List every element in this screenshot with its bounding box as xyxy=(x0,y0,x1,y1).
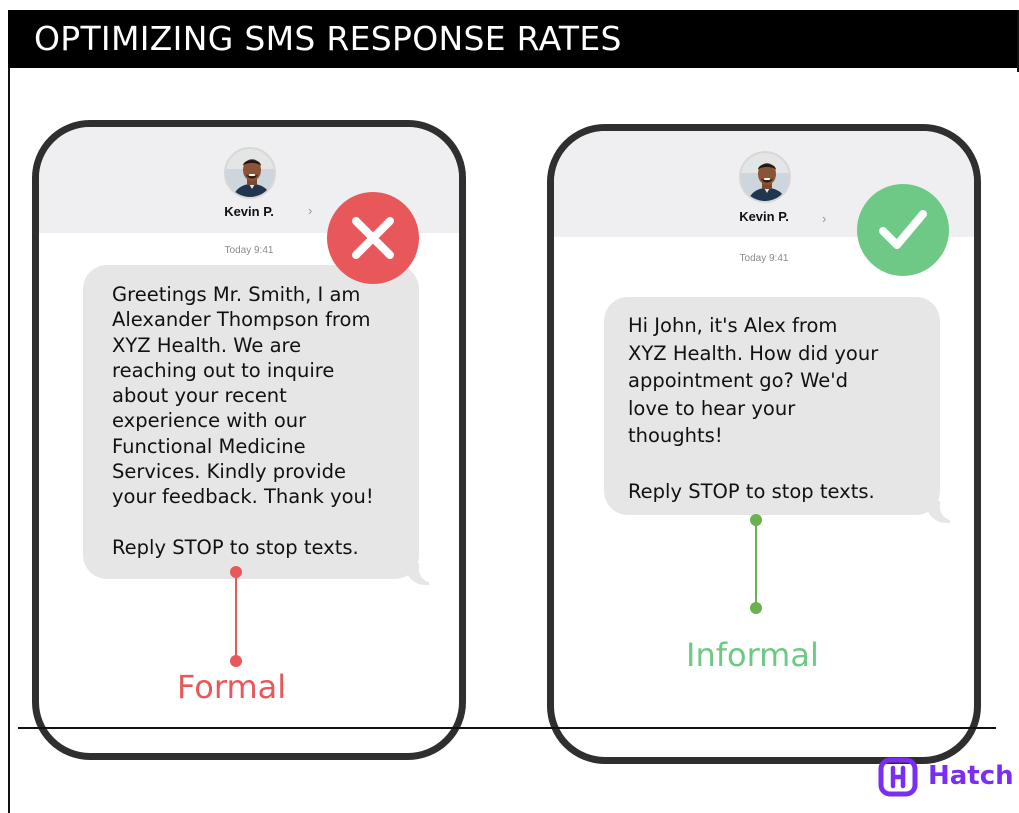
chevron-right-icon[interactable]: › xyxy=(822,211,826,226)
correct-badge xyxy=(857,184,949,276)
title-bar: OPTIMIZING SMS RESPONSE RATES xyxy=(8,10,1019,68)
message-bubble: Greetings Mr. Smith, I am Alexander Thom… xyxy=(83,265,419,579)
informal-label: Informal xyxy=(686,636,819,674)
brand-logo: Hatch xyxy=(878,757,1014,799)
check-icon xyxy=(879,210,927,249)
hatch-logo-icon xyxy=(878,757,918,797)
divider xyxy=(18,727,996,729)
incorrect-badge xyxy=(327,192,419,284)
brand-name: Hatch xyxy=(928,761,1014,791)
annotation-dot xyxy=(750,602,762,614)
message-bubble: Hi John, it's Alex from XYZ Health. How … xyxy=(604,297,940,515)
avatar[interactable] xyxy=(739,151,791,203)
chevron-right-icon[interactable]: › xyxy=(308,203,312,218)
avatar[interactable] xyxy=(224,147,276,199)
frame-border-left xyxy=(8,68,10,813)
annotation-line xyxy=(235,572,237,660)
annotation-dot xyxy=(230,655,242,667)
annotation-line xyxy=(755,520,757,608)
person-photo-icon xyxy=(226,149,274,197)
person-photo-icon xyxy=(741,153,789,201)
formal-label: Formal xyxy=(177,668,287,706)
x-icon xyxy=(352,217,394,259)
page-title: OPTIMIZING SMS RESPONSE RATES xyxy=(34,19,622,58)
